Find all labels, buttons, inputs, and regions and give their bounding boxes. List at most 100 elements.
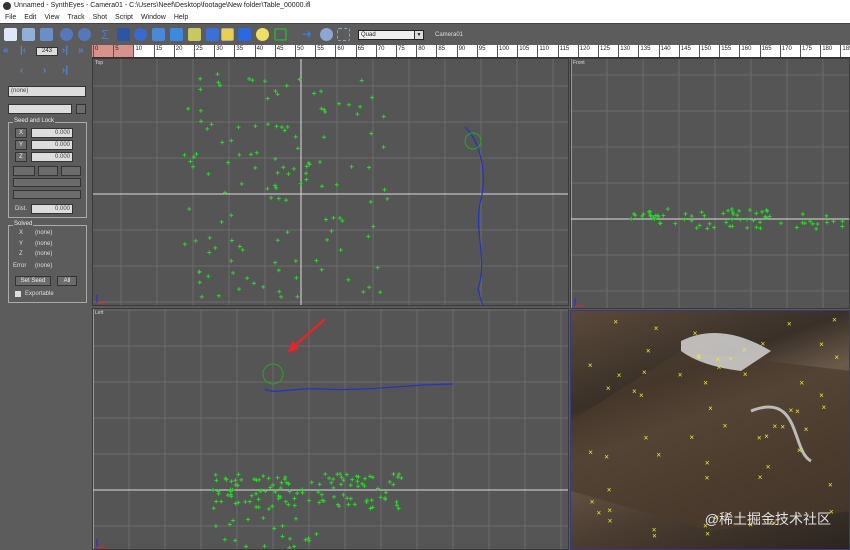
- redo-icon[interactable]: [78, 28, 91, 41]
- tracker-point[interactable]: [358, 104, 363, 109]
- tracker-point[interactable]: [219, 499, 224, 504]
- tracker-point[interactable]: [705, 226, 710, 231]
- tracker-point[interactable]: [314, 531, 319, 536]
- tracker-point[interactable]: [239, 477, 244, 482]
- tracker-point[interactable]: [273, 88, 278, 93]
- tracker-point[interactable]: [754, 211, 759, 216]
- tracker-point[interactable]: [285, 230, 290, 235]
- tracker-marker[interactable]: ×: [705, 474, 710, 483]
- tracker-marker[interactable]: ×: [797, 446, 802, 455]
- tracker-marker[interactable]: ×: [787, 319, 792, 328]
- tracker-point[interactable]: [307, 538, 312, 543]
- tracker-point[interactable]: [279, 125, 284, 130]
- tracker-marker[interactable]: ×: [819, 340, 824, 349]
- menu-edit[interactable]: Edit: [24, 12, 36, 23]
- tracker-point[interactable]: [285, 124, 290, 129]
- tracker-point[interactable]: [239, 181, 244, 186]
- tracker-marker[interactable]: ×: [799, 378, 804, 387]
- tracker-point[interactable]: [319, 492, 324, 497]
- tracker-point[interactable]: [281, 165, 286, 170]
- tracker-point[interactable]: [319, 106, 324, 111]
- tracker-marker[interactable]: ×: [703, 378, 708, 387]
- tracker-point[interactable]: [778, 221, 783, 226]
- tracker-point[interactable]: [292, 503, 297, 508]
- tracker-point[interactable]: [213, 472, 218, 477]
- dist-field[interactable]: 0.000: [31, 204, 73, 214]
- tracker-point[interactable]: [322, 135, 327, 140]
- tracker-marker[interactable]: ×: [606, 384, 611, 393]
- tracker-marker[interactable]: ×: [597, 508, 602, 517]
- tracker-point[interactable]: [287, 545, 292, 550]
- tracker-marker[interactable]: ×: [757, 434, 762, 443]
- tracker-marker[interactable]: ×: [656, 450, 661, 459]
- tracker-point[interactable]: [298, 181, 303, 186]
- tracker-point[interactable]: [292, 544, 297, 549]
- tracker-marker[interactable]: ×: [717, 363, 722, 372]
- tracker-marker[interactable]: ×: [758, 473, 763, 482]
- tracker-point[interactable]: [319, 267, 324, 272]
- tracker-point[interactable]: [188, 159, 193, 164]
- tracker-marker[interactable]: ×: [789, 406, 794, 415]
- tracker-point[interactable]: [673, 221, 678, 226]
- tracker-point[interactable]: [295, 491, 300, 496]
- menu-window[interactable]: Window: [141, 12, 166, 23]
- tracker-point[interactable]: [369, 498, 374, 503]
- planar-icon[interactable]: [152, 28, 165, 41]
- tracker-point[interactable]: [794, 225, 799, 230]
- arrow-right-icon[interactable]: ➜: [302, 28, 315, 41]
- tracker-point[interactable]: [198, 76, 203, 81]
- tracker-point[interactable]: [216, 491, 221, 496]
- tracker-point[interactable]: [198, 108, 203, 113]
- seed-z-field[interactable]: 0.000: [31, 152, 73, 162]
- tracker-point[interactable]: [325, 237, 330, 242]
- tracker-point[interactable]: [293, 516, 298, 521]
- tracker-point[interactable]: [814, 226, 819, 231]
- tracker-marker[interactable]: ×: [705, 529, 710, 538]
- save-icon[interactable]: [40, 28, 53, 41]
- tracker-point[interactable]: [235, 483, 240, 488]
- option-button-2[interactable]: [38, 166, 58, 176]
- tracker-point[interactable]: [214, 499, 219, 504]
- tracker-marker[interactable]: ×: [708, 404, 713, 413]
- tracker-point[interactable]: [332, 494, 337, 499]
- tracker-point[interactable]: [270, 483, 275, 488]
- tracker-marker[interactable]: ×: [639, 391, 644, 400]
- tracker-point[interactable]: [824, 220, 829, 225]
- tracker-point[interactable]: [248, 152, 253, 157]
- tracker-marker[interactable]: ×: [613, 317, 618, 326]
- tracker-marker[interactable]: ×: [828, 480, 833, 489]
- tracker-point[interactable]: [254, 505, 259, 510]
- tracker-point[interactable]: [312, 91, 317, 96]
- tracker-point[interactable]: [266, 476, 271, 481]
- tracker-marker[interactable]: ×: [652, 531, 657, 540]
- tracker-point[interactable]: [319, 89, 324, 94]
- tracker-point[interactable]: [331, 485, 336, 490]
- tracker-point[interactable]: [247, 499, 252, 504]
- tracker-point[interactable]: [229, 213, 234, 218]
- tracker-point[interactable]: [760, 209, 765, 214]
- tracker-point[interactable]: [207, 250, 212, 255]
- tracker-point[interactable]: [254, 150, 259, 155]
- tracker-point[interactable]: [295, 294, 300, 299]
- tracker-point[interactable]: [237, 244, 242, 249]
- tracker-point[interactable]: [257, 477, 262, 482]
- tracker-point[interactable]: [735, 213, 740, 218]
- tracker-point[interactable]: [337, 101, 342, 106]
- tracker-point[interactable]: [275, 238, 280, 243]
- graph-editor-icon[interactable]: [221, 28, 234, 41]
- tracker-point[interactable]: [193, 238, 198, 243]
- tracker-point[interactable]: [253, 165, 258, 170]
- tracker-point[interactable]: [323, 217, 328, 222]
- tracker-point[interactable]: [339, 482, 344, 487]
- play-icon[interactable]: ›: [43, 65, 46, 76]
- tracker-point[interactable]: [253, 124, 258, 129]
- tracker-point[interactable]: [262, 79, 267, 84]
- tracker-marker[interactable]: ×: [646, 347, 651, 356]
- tracker-point[interactable]: [229, 238, 234, 243]
- tracker-point[interactable]: [274, 124, 279, 129]
- tracker-point[interactable]: [291, 166, 296, 171]
- seed-x-field[interactable]: 0.000: [31, 128, 73, 138]
- tracker-point[interactable]: [237, 152, 242, 157]
- tracker-point[interactable]: [356, 484, 361, 489]
- tracker-point[interactable]: [275, 475, 280, 480]
